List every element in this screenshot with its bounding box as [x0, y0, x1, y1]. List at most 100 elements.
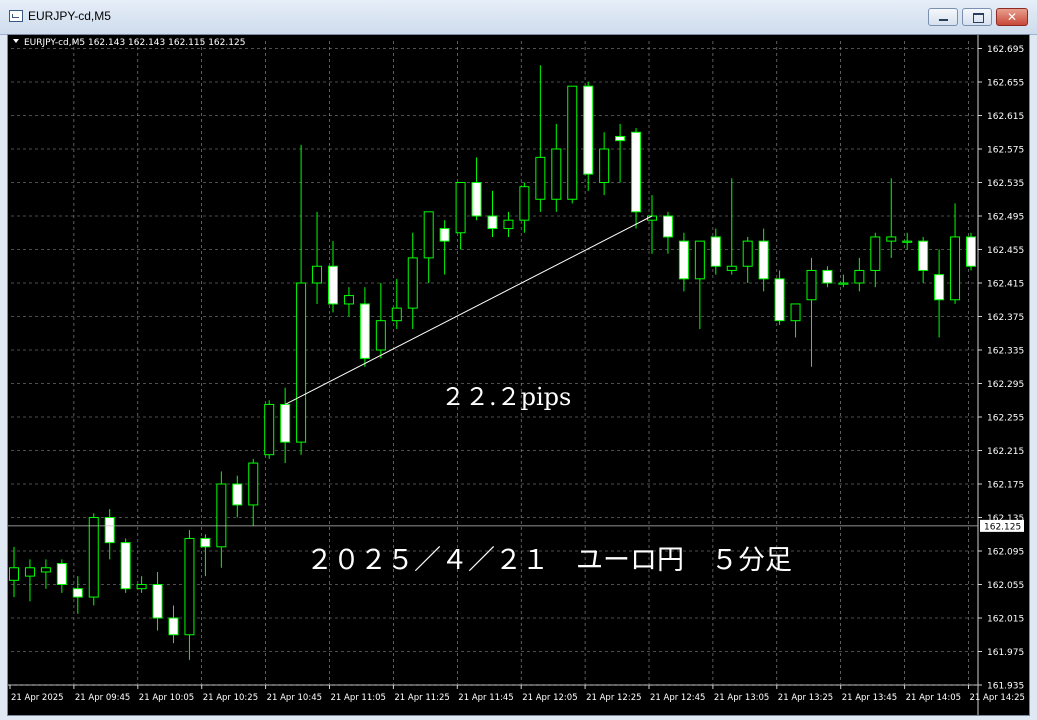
pips-annotation: ２２.２pips [441, 383, 571, 411]
price-tick-label: 162.495 [987, 213, 1024, 223]
time-tick-label: 21 Apr 13:45 [842, 693, 897, 703]
price-tick-label: 161.975 [987, 648, 1024, 658]
bull-candle [216, 483, 227, 548]
bull-candle [694, 240, 705, 280]
price-tick-label: 162.015 [987, 615, 1024, 625]
window-title: EURJPY-cd,M5 [28, 9, 111, 23]
bear-candle [280, 403, 291, 443]
bear-candle [966, 236, 976, 267]
bear-candle [439, 228, 450, 242]
price-tick-label: 162.575 [987, 146, 1024, 156]
bear-candle [710, 236, 721, 267]
bear-candle [72, 588, 83, 598]
bear-candle [168, 617, 179, 636]
bull-candle [551, 148, 562, 200]
bull-candle [407, 257, 418, 309]
time-tick-label: 21 Apr 11:25 [394, 693, 449, 703]
bull-candle [455, 182, 466, 234]
bull-candle [567, 85, 578, 200]
bear-candle [678, 240, 689, 280]
price-tick-label: 162.295 [987, 380, 1024, 390]
bear-candle [631, 131, 642, 213]
time-tick-label: 21 Apr 2025 [11, 693, 64, 703]
bear-candle [487, 215, 498, 230]
price-tick-label: 161.935 [987, 682, 1024, 692]
price-tick-label: 162.335 [987, 347, 1024, 357]
price-tick-label: 162.695 [987, 45, 1024, 55]
price-tick-label: 162.055 [987, 581, 1024, 591]
bull-candle [870, 236, 881, 271]
bear-candle [918, 240, 929, 271]
bear-candle [822, 269, 833, 284]
candlestick-chart[interactable]: 162.695 162.655 162.615 162.575 162.535 162.4… [8, 35, 1029, 715]
time-tick-label: 21 Apr 12:25 [586, 693, 641, 703]
bull-candle [136, 584, 147, 590]
time-tick-label: 21 Apr 14:25 [970, 693, 1025, 703]
bull-candle [886, 236, 897, 242]
bull-candle [264, 403, 275, 456]
bull-candle [599, 148, 610, 183]
trendline [284, 215, 653, 405]
bear-candle [120, 542, 131, 590]
chart-area[interactable]: 162.695 162.655 162.615 162.575 162.535 162.4… [7, 34, 1030, 716]
bull-candle [902, 240, 913, 243]
chart-menu-arrow-icon [13, 39, 19, 43]
bull-candle [854, 269, 865, 284]
time-tick-label: 21 Apr 09:45 [75, 693, 130, 703]
maximize-button[interactable] [962, 8, 992, 26]
close-button[interactable]: ✕ [996, 8, 1028, 26]
time-tick-label: 21 Apr 13:05 [714, 693, 769, 703]
time-tick-label: 21 Apr 13:25 [778, 693, 833, 703]
time-tick-label: 21 Apr 10:05 [139, 693, 194, 703]
bear-candle [774, 278, 785, 322]
bear-candle [56, 563, 67, 585]
time-tick-label: 21 Apr 11:45 [458, 693, 513, 703]
bull-candle [248, 462, 259, 506]
bull-candle [726, 265, 737, 271]
minimize-button[interactable] [928, 8, 958, 26]
chart-caption: ２０２５／４／２１ ユーロ円 ５分足 [306, 545, 792, 576]
time-tick-label: 21 Apr 12:45 [650, 693, 705, 703]
time-tick-label: 21 Apr 14:05 [906, 693, 961, 703]
bull-candle [391, 307, 402, 322]
bull-candle [519, 186, 530, 221]
bull-candle [24, 567, 35, 577]
close-icon: ✕ [1006, 10, 1018, 24]
bull-candle [503, 219, 514, 230]
bear-candle [152, 584, 163, 619]
window-titlebar[interactable]: EURJPY-cd,M5 ✕ [0, 0, 1037, 35]
bull-candle [535, 156, 546, 200]
bull-candle [742, 240, 753, 267]
price-tick-label: 162.415 [987, 280, 1024, 290]
price-tick-label: 162.655 [987, 79, 1024, 89]
bear-candle [328, 265, 338, 305]
bear-candle [934, 274, 945, 301]
bear-candle [583, 85, 594, 175]
price-tick-label: 162.215 [987, 447, 1024, 457]
time-tick-label: 21 Apr 12:05 [522, 693, 577, 703]
time-tick-label: 21 Apr 11:05 [331, 693, 386, 703]
bear-candle [104, 517, 115, 544]
bull-candle [9, 567, 19, 581]
bull-candle [40, 567, 51, 573]
bull-candle [375, 320, 386, 351]
bull-candle [312, 265, 323, 284]
bear-candle [232, 483, 243, 506]
bull-candle [790, 303, 801, 322]
price-tick-label: 162.095 [987, 548, 1024, 558]
bull-candle [88, 517, 99, 598]
maximize-icon [973, 13, 984, 23]
price-tick-label: 162.175 [987, 481, 1024, 491]
bid-price-label: 162.125 [984, 522, 1021, 532]
bull-candle [423, 211, 434, 259]
price-tick-label: 162.535 [987, 179, 1024, 189]
time-tick-label: 21 Apr 10:25 [203, 693, 258, 703]
bull-candle [296, 282, 307, 443]
chart-header-text: EURJPY-cd,M5 162.143 162.143 162.115 162… [24, 38, 245, 48]
bear-candle [615, 135, 626, 142]
price-tick-label: 162.255 [987, 414, 1024, 424]
bull-candle [806, 269, 817, 301]
bull-candle [950, 236, 961, 301]
time-tick-label: 21 Apr 10:45 [267, 693, 322, 703]
bear-candle [200, 537, 211, 548]
